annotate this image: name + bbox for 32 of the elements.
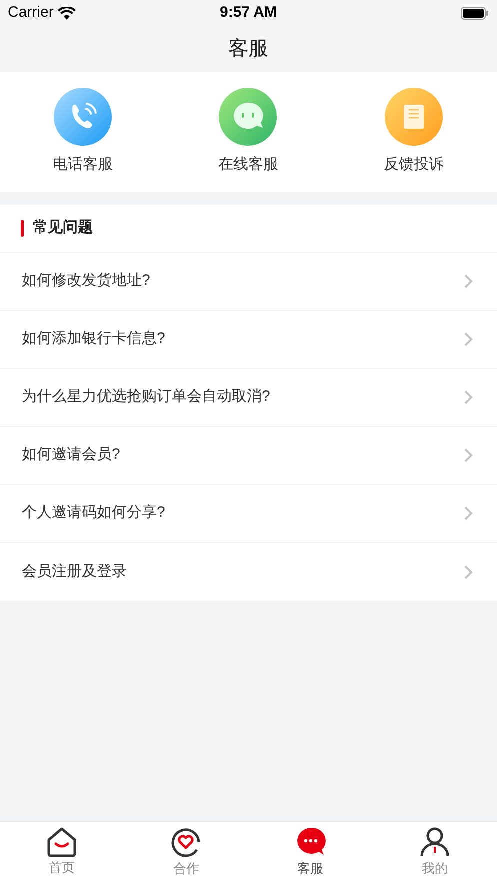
faq-item[interactable]: 如何邀请会员? (0, 427, 497, 485)
person-icon (418, 826, 451, 858)
tab-item[interactable]: 我的 (410, 822, 459, 883)
tab-item[interactable]: 客服 (286, 822, 335, 883)
heart-icon (170, 826, 202, 858)
service-button[interactable]: 在线客服 (218, 88, 278, 176)
faq-item[interactable]: 会员注册及登录 (0, 543, 497, 601)
chevron-right-icon (464, 506, 473, 521)
house-icon (46, 827, 78, 858)
faq-item[interactable]: 如何添加银行卡信息? (0, 311, 497, 369)
section-title: 常见问题 (33, 218, 93, 238)
tab-item[interactable]: 首页 (38, 822, 86, 883)
page-title: 客服 (228, 37, 268, 62)
wifi-icon (58, 6, 76, 20)
chat-bubble-icon (219, 88, 278, 146)
battery-icon (461, 6, 489, 20)
inbox-icon (385, 88, 444, 146)
faq-item[interactable]: 为什么星力优选抢购订单会自动取消? (0, 369, 497, 427)
chevron-right-icon (464, 274, 473, 289)
faq-item[interactable]: 如何修改发货地址? (0, 253, 497, 311)
chevron-right-icon (464, 332, 473, 347)
chevron-right-icon (464, 448, 473, 463)
chevron-right-icon (464, 390, 473, 405)
accent-bar (21, 220, 24, 237)
faq-item[interactable]: 个人邀请码如何分享? (0, 485, 497, 543)
service-button[interactable]: 反馈投诉 (384, 88, 444, 176)
tab-item[interactable]: 合作 (162, 822, 210, 883)
carrier-label: Carrier (8, 2, 54, 23)
service-button[interactable]: 电话客服 (52, 88, 113, 176)
phone-icon (54, 88, 112, 146)
chevron-right-icon (464, 564, 473, 580)
clock-time: 9:57 AM (220, 2, 277, 23)
